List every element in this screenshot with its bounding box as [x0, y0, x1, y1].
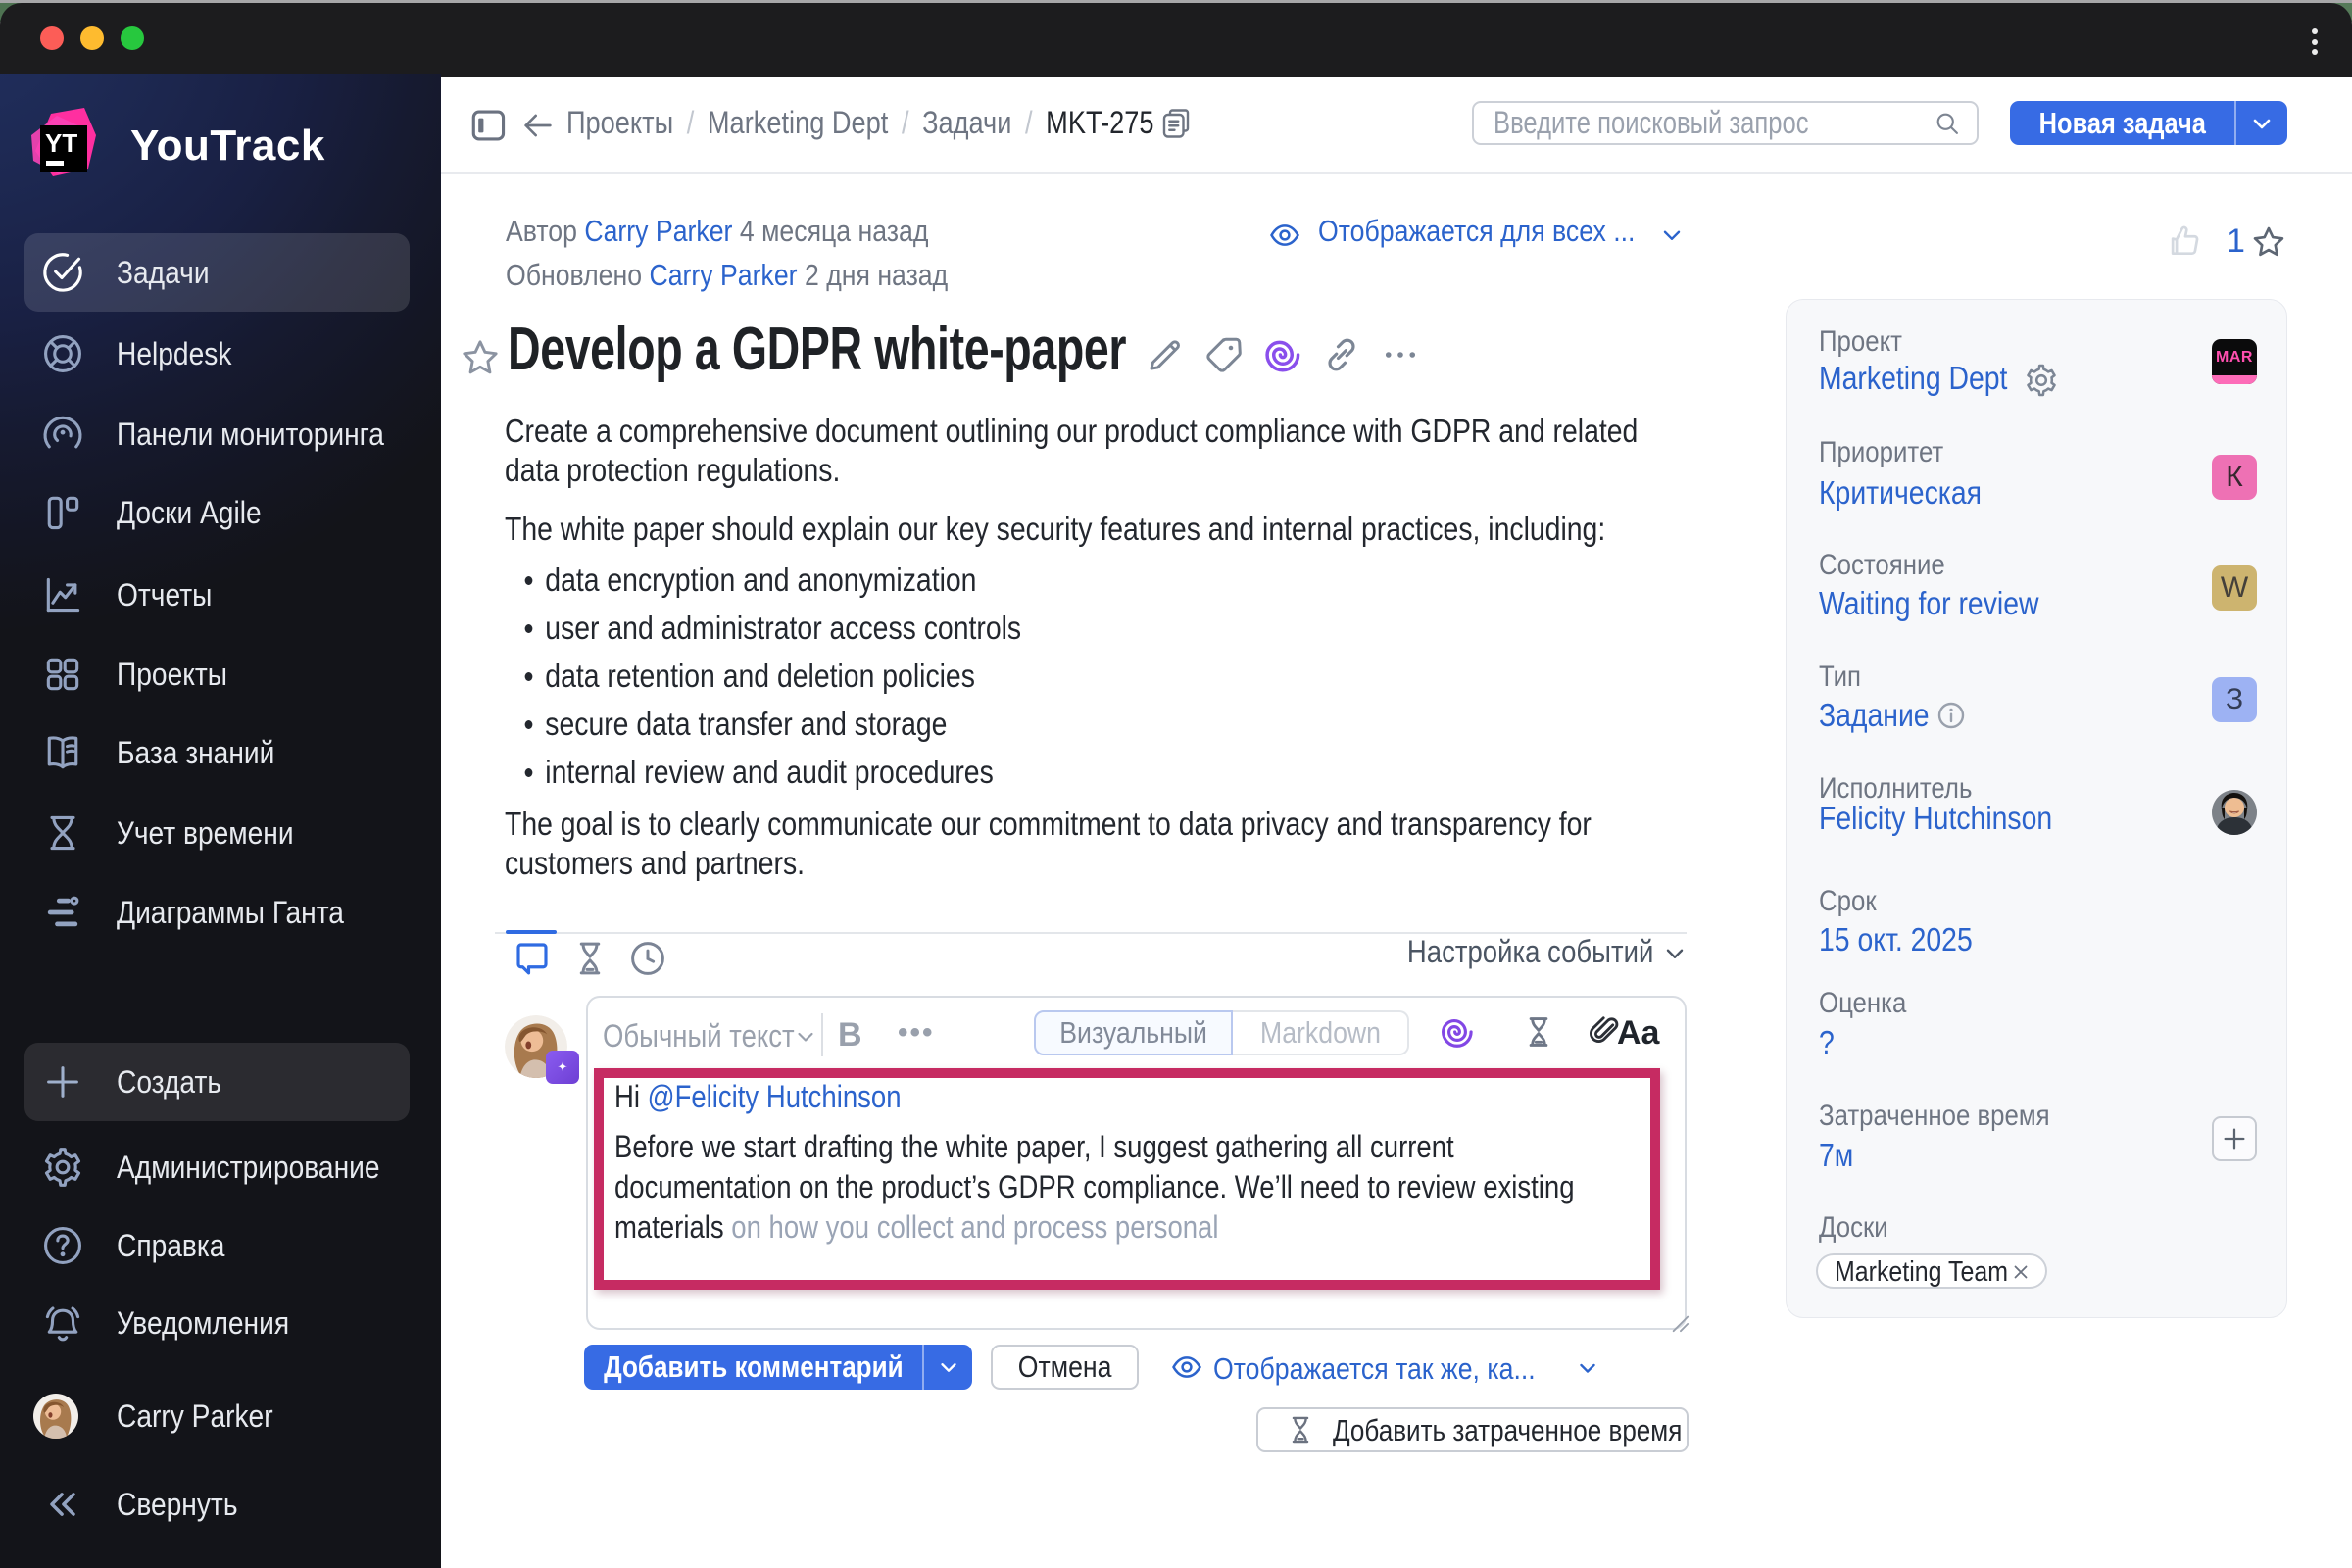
svg-text:YT: YT [45, 128, 77, 158]
